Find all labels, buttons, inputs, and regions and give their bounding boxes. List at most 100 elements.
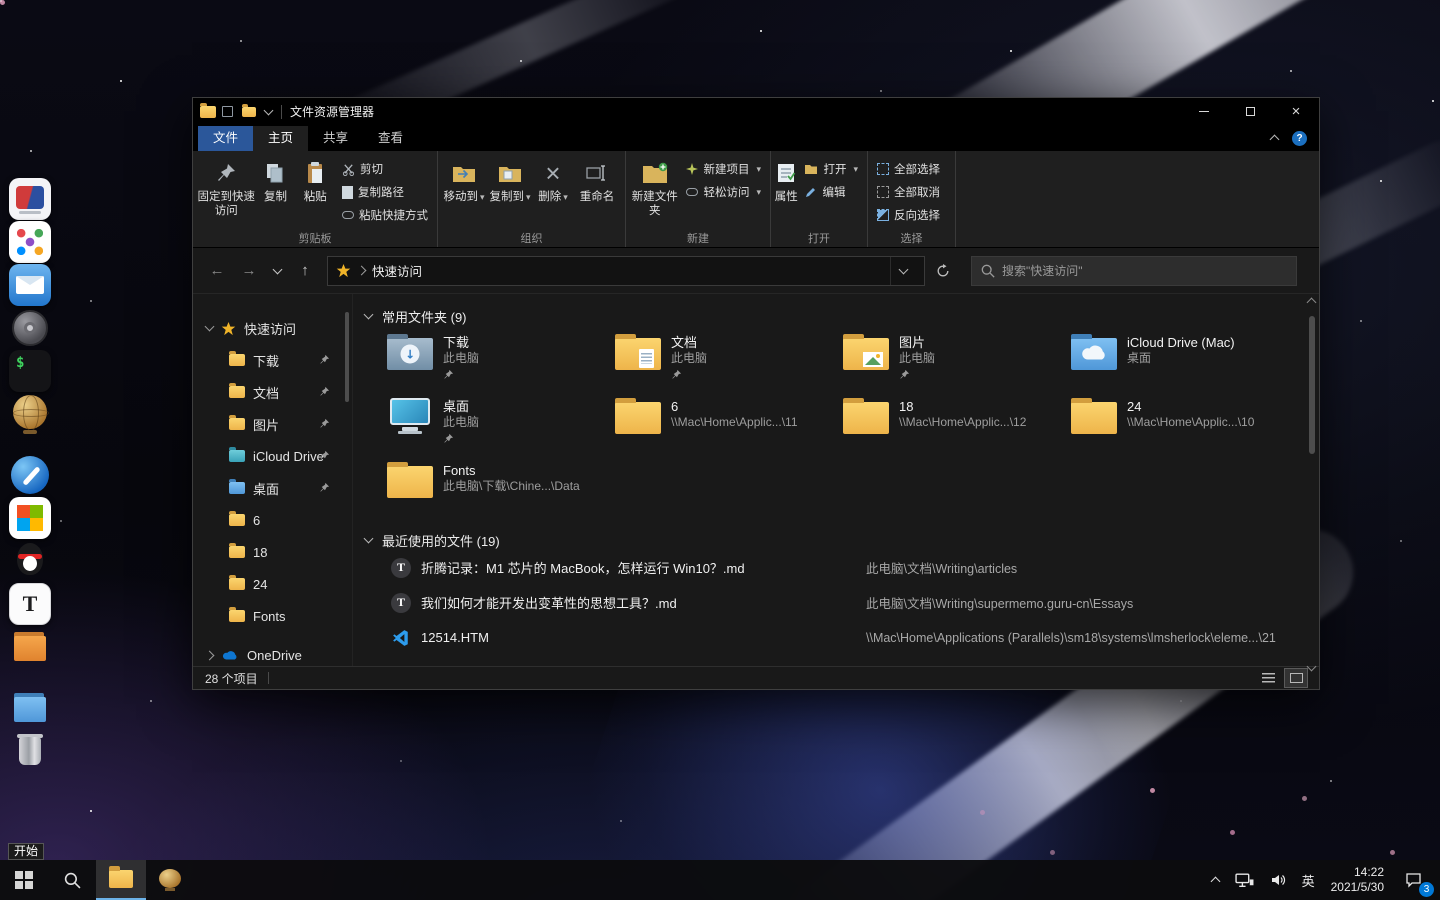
volume-tray-button[interactable]	[1262, 860, 1294, 900]
network-tray-button[interactable]	[1227, 860, 1262, 900]
dock-icon-parallels[interactable]	[9, 178, 51, 220]
collapse-ribbon-icon[interactable]	[1269, 134, 1280, 145]
dock-icon-trash[interactable]	[9, 730, 51, 772]
search-box[interactable]	[971, 255, 1297, 286]
minimize-button[interactable]	[1181, 98, 1227, 125]
recent-locations-dropdown[interactable]	[267, 257, 287, 285]
sidebar-item-downloads[interactable]: 下载	[193, 344, 352, 376]
delete-button[interactable]: 删除	[533, 154, 573, 230]
copy-button[interactable]: 复制	[257, 154, 295, 230]
chevron-right-icon[interactable]	[204, 650, 215, 660]
taskbar-globe-button[interactable]	[146, 860, 194, 900]
tab-file[interactable]: 文件	[198, 126, 254, 151]
folder-tile-24[interactable]: 24 \\Mac\Home\Applic...\10	[1071, 394, 1299, 458]
address-location[interactable]: 快速访问	[372, 261, 422, 280]
properties-button[interactable]: 属性	[774, 154, 798, 230]
help-icon[interactable]	[1292, 130, 1307, 146]
address-bar[interactable]: 快速访问	[327, 255, 925, 286]
recent-file-row[interactable]: 12514.HTM \\Mac\Home\Applications (Paral…	[353, 620, 1319, 655]
back-button[interactable]: ←	[203, 257, 231, 285]
select-all-button[interactable]: 全部选择	[877, 161, 940, 177]
dock-icon-launchpad[interactable]	[9, 221, 51, 263]
section-header-frequent[interactable]: 常用文件夹 (9)	[363, 306, 1319, 326]
tab-share[interactable]: 共享	[308, 126, 363, 151]
sidebar-item-documents[interactable]: 文档	[193, 376, 352, 408]
folder-tile-pictures[interactable]: 图片 此电脑	[843, 330, 1071, 394]
rename-button[interactable]: 重命名	[573, 154, 621, 230]
dock-icon-qq[interactable]	[9, 540, 51, 582]
section-header-recent[interactable]: 最近使用的文件 (19)	[363, 530, 1319, 550]
tab-view[interactable]: 查看	[363, 126, 418, 151]
dock-icon-folder-orange[interactable]	[9, 626, 51, 668]
maximize-button[interactable]	[1227, 98, 1273, 125]
dock-icon-folder-blue[interactable]	[9, 687, 51, 729]
folder-tile-documents[interactable]: 文档 此电脑	[615, 330, 843, 394]
collapse-section-icon[interactable]	[363, 309, 374, 320]
pin-to-quick-access-button[interactable]: 固定到快速访问	[196, 154, 257, 230]
sidebar-item-icloud-drive[interactable]: iCloud Drive	[193, 440, 352, 472]
copy-to-button[interactable]: 复制到	[487, 154, 533, 230]
invert-selection-button[interactable]: 反向选择	[877, 207, 940, 223]
thumbnail-view-button[interactable]	[1284, 668, 1308, 688]
refresh-button[interactable]	[929, 257, 957, 285]
cut-button[interactable]: 剪切	[342, 161, 428, 177]
start-button[interactable]	[0, 860, 48, 900]
easy-access-button[interactable]: 轻松访问	[686, 184, 761, 200]
sidebar-item-pictures[interactable]: 图片	[193, 408, 352, 440]
dock-icon-browser[interactable]	[9, 454, 51, 496]
tab-home[interactable]: 主页	[253, 126, 309, 151]
dock-icon-mail[interactable]	[9, 264, 51, 306]
up-button[interactable]: ↑	[291, 257, 319, 285]
address-dropdown-icon[interactable]	[890, 256, 916, 285]
dock-icon-globe[interactable]	[9, 393, 51, 435]
chevron-down-icon[interactable]	[204, 321, 215, 332]
folder-tile-icloud-drive[interactable]: iCloud Drive (Mac) 桌面	[1071, 330, 1299, 394]
collapse-section-icon[interactable]	[363, 533, 374, 544]
move-to-button[interactable]: 移动到	[441, 154, 487, 230]
dock-icon-typora[interactable]: T	[9, 583, 51, 625]
recent-file-row[interactable]: T 折腾记录：M1 芯片的 MacBook，怎样运行 Win10？.md 此电脑…	[353, 550, 1319, 585]
details-view-button[interactable]	[1257, 669, 1279, 687]
copy-path-button[interactable]: 复制路径	[342, 184, 428, 200]
folder-tile-6[interactable]: 6 \\Mac\Home\Applic...\11	[615, 394, 843, 458]
dock-icon-office[interactable]	[9, 497, 51, 539]
sidebar-item-24[interactable]: 24	[193, 568, 352, 600]
folder-tile-downloads[interactable]: 下载 此电脑	[387, 330, 615, 394]
notification-center-button[interactable]: 3	[1392, 860, 1434, 900]
qat-folder-icon[interactable]	[242, 103, 256, 117]
recent-file-row[interactable]: T 我们如何才能开发出变革性的思想工具？.md 此电脑\文档\Writing\s…	[353, 585, 1319, 620]
dock-icon-terminal[interactable]: $	[9, 350, 51, 392]
taskbar-clock[interactable]: 14:22 2021/5/30	[1323, 860, 1392, 900]
sidebar-item-6[interactable]: 6	[193, 504, 352, 536]
tray-overflow-button[interactable]	[1204, 860, 1227, 900]
edit-button[interactable]: 编辑	[804, 184, 858, 200]
search-input[interactable]	[1002, 263, 1287, 278]
scrollbar-thumb[interactable]	[1309, 316, 1315, 454]
folder-tile-18[interactable]: 18 \\Mac\Home\Applic...\12	[843, 394, 1071, 458]
sidebar-item-quick-access[interactable]: 快速访问	[193, 312, 352, 344]
sidebar-item-18[interactable]: 18	[193, 536, 352, 568]
dock-icon-settings[interactable]	[9, 307, 51, 349]
qat-properties-icon[interactable]	[222, 106, 233, 117]
paste-shortcut-button[interactable]: 粘贴快捷方式	[342, 207, 428, 223]
open-button[interactable]: 打开	[804, 161, 858, 177]
sidebar-item-desktop[interactable]: 桌面	[193, 472, 352, 504]
language-indicator[interactable]: 英	[1294, 860, 1323, 900]
new-item-button[interactable]: 新建项目	[686, 161, 761, 177]
taskbar-explorer-button[interactable]	[96, 860, 146, 900]
main-scrollbar[interactable]	[1306, 297, 1317, 672]
qat-dropdown-icon[interactable]	[263, 105, 274, 115]
close-button[interactable]: ×	[1273, 98, 1319, 125]
sidebar-item-onedrive[interactable]: OneDrive	[193, 639, 352, 671]
forward-button[interactable]: →	[235, 257, 263, 285]
desktop-icon	[387, 396, 433, 434]
titlebar[interactable]: 文件资源管理器 ×	[193, 98, 1319, 125]
sidebar-item-fonts[interactable]: Fonts	[193, 600, 352, 632]
select-none-button[interactable]: 全部取消	[877, 184, 940, 200]
folder-tile-desktop[interactable]: 桌面 此电脑	[387, 394, 615, 458]
sidebar-scrollbar[interactable]	[343, 296, 351, 664]
paste-button[interactable]: 粘贴	[294, 154, 336, 230]
taskbar-search-button[interactable]	[48, 860, 96, 900]
new-folder-button[interactable]: 新建文件夹	[629, 154, 680, 230]
folder-tile-fonts[interactable]: Fonts 此电脑\下载\Chine...\Data	[387, 458, 615, 522]
